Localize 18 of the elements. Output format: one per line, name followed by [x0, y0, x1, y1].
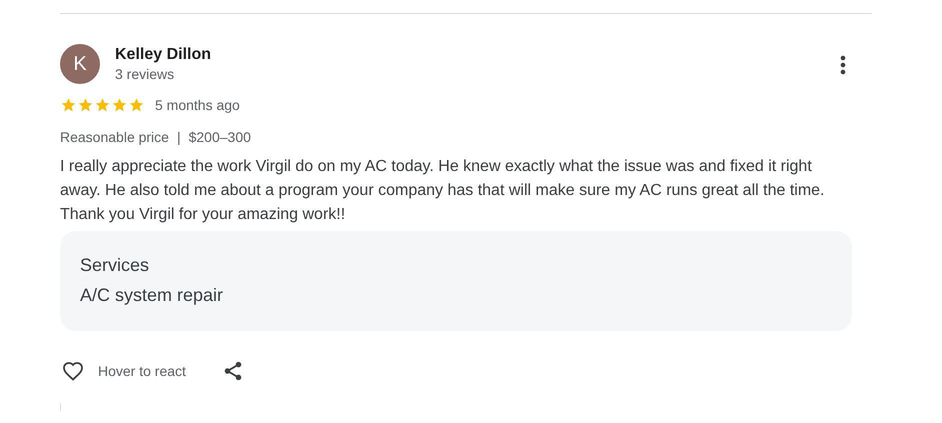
review-text: I really appreciate the work Virgil do on my AC today. He knew exactly what the issue was and fixed it right away. He also told me about a program your company has that will make sure my AC runs great all the time. Thank you Virgil for your amazing work!! — [60, 157, 826, 225]
price-range: $200–300 — [188, 129, 251, 145]
separator: | — [176, 129, 181, 145]
review-date: 5 months ago — [155, 97, 240, 113]
star-icon — [111, 97, 128, 113]
star-icon — [60, 97, 77, 113]
price-label: Reasonable price — [60, 129, 169, 145]
heart-icon — [60, 359, 86, 383]
review-count: 3 reviews — [115, 65, 176, 83]
react-button[interactable]: Hover to react — [60, 359, 186, 383]
reviewer-name[interactable]: Kelley Dillon — [115, 45, 840, 65]
avatar: K — [60, 44, 100, 84]
services-title: Services — [80, 254, 150, 277]
star-icon — [77, 97, 94, 113]
star-icon — [128, 97, 145, 113]
star-icon — [94, 97, 111, 113]
more-icon[interactable] — [840, 55, 846, 75]
service-name: A/C system repair — [80, 284, 224, 307]
